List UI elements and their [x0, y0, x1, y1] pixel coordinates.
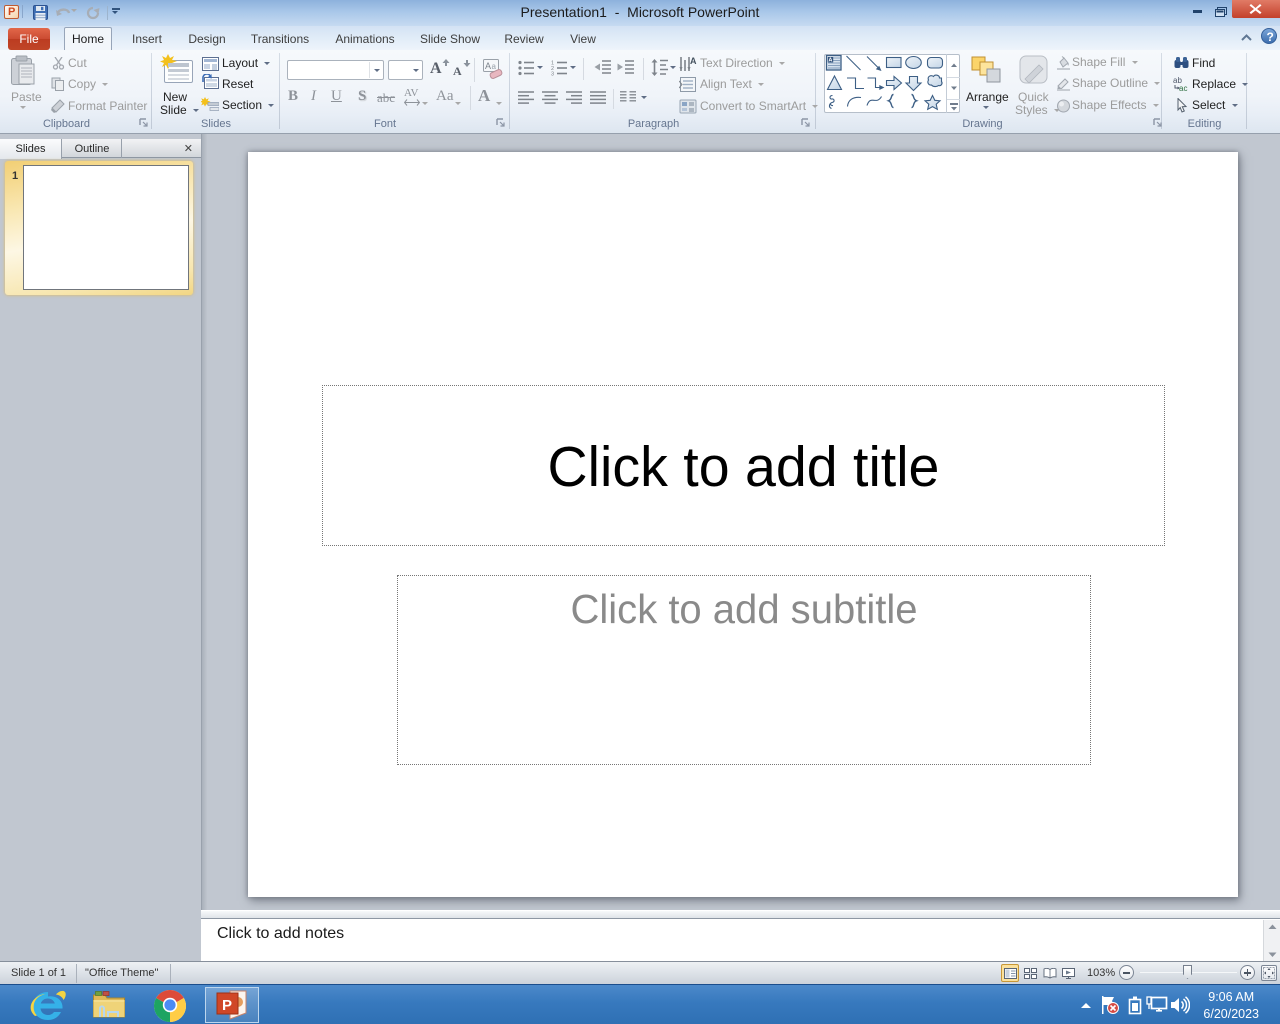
svg-text:P: P	[222, 997, 232, 1014]
svg-text:ac: ac	[1179, 84, 1187, 91]
